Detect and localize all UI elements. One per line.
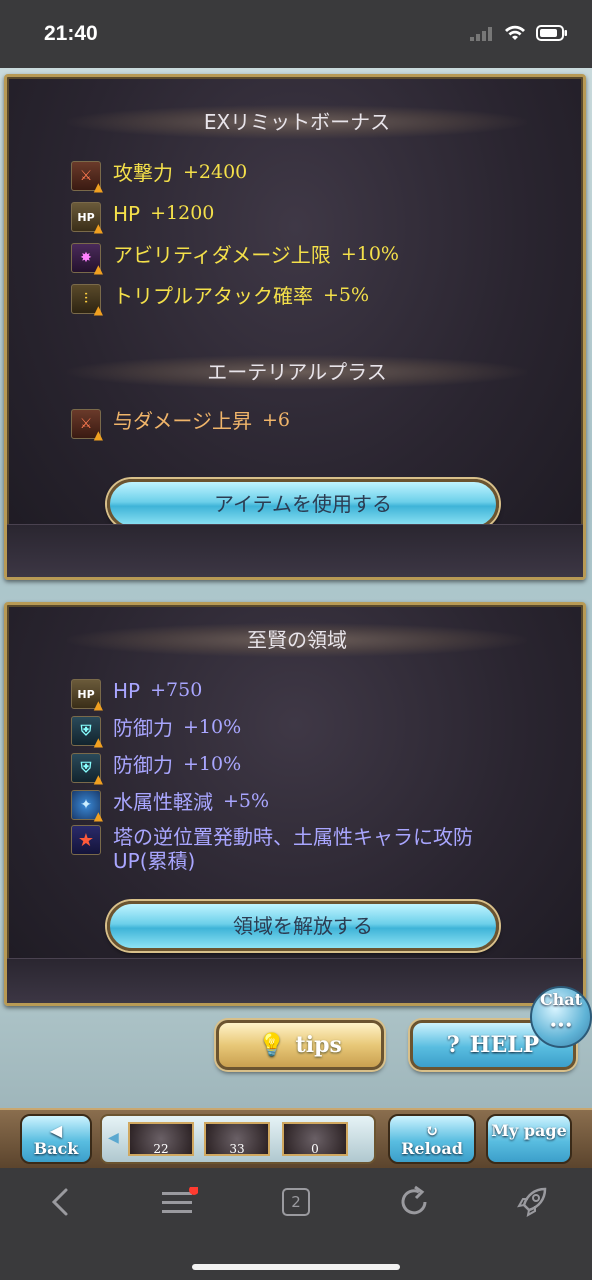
domain-label: HP: [113, 679, 141, 703]
thumbnail-slot[interactable]: 22: [128, 1122, 194, 1156]
thumbnail-count: 22: [153, 1142, 169, 1156]
thumbnail-count: 0: [311, 1142, 319, 1156]
party-thumbnails: ◀ 22 33 0: [100, 1114, 376, 1164]
mypage-label: My page: [491, 1121, 567, 1140]
domain-row-tower-skill: ★ 塔の逆位置発動時、土属性キャラに攻防UP(累積): [71, 825, 531, 873]
status-time: 21:40: [44, 22, 98, 45]
menu-icon[interactable]: [156, 1182, 200, 1222]
thumbnail-slot[interactable]: 33: [204, 1122, 270, 1156]
game-nav-bar: ◀ Back ◀ 22 33 0 ↻ Reload My page: [0, 1108, 592, 1170]
chat-label: Chat: [539, 990, 583, 1009]
domain-label: 水属性軽減: [113, 790, 213, 814]
bonus-label: トリプルアタック確率: [113, 284, 313, 308]
refresh-icon[interactable]: [392, 1182, 436, 1222]
triple-attack-icon: ⫶ ▲: [71, 284, 103, 317]
back-label: Back: [33, 1139, 79, 1158]
question-icon: ?: [446, 1032, 460, 1058]
tabs-count: 2: [282, 1188, 310, 1216]
bonus-row-attack: ⚔ ▲ 攻撃力 +2400: [71, 161, 248, 194]
lightbulb-icon: 💡: [258, 1032, 286, 1058]
mypage-button[interactable]: My page: [486, 1114, 572, 1164]
domain-row-defense-1: ⛨ ▲ 防御力 +10%: [71, 716, 242, 749]
bonus-row-hp: HP ▲ HP +1200: [71, 202, 215, 235]
bonus-value: +2400: [183, 161, 248, 183]
tips-label: tips: [295, 1032, 342, 1058]
reload-label: Reload: [401, 1139, 463, 1158]
scroll-left-icon[interactable]: ◀: [108, 1130, 119, 1146]
ethereal-label: 与ダメージ上昇: [113, 409, 252, 433]
bonus-value: +10%: [340, 243, 399, 265]
bonus-row-triple-attack: ⫶ ▲ トリプルアタック確率 +5%: [71, 284, 370, 317]
domain-value: +10%: [183, 753, 242, 775]
water-resist-icon: ✦ ▲: [71, 790, 103, 823]
ability-damage-icon: ✸ ▲: [71, 243, 103, 276]
ethereal-value: +6: [262, 409, 291, 431]
ethereal-row-damage: ⚔ ▲ 与ダメージ上昇 +6: [71, 409, 291, 442]
rocket-icon[interactable]: [510, 1182, 554, 1222]
domain-row-hp: HP ▲ HP +750: [71, 679, 203, 712]
domain-label: 防御力: [113, 753, 173, 777]
status-bar: 21:40: [0, 0, 592, 68]
back-button[interactable]: ◀ Back: [20, 1114, 92, 1164]
help-label: HELP: [469, 1032, 540, 1058]
star-icon: ★: [71, 825, 101, 855]
domain-label: 塔の逆位置発動時、土属性キャラに攻防UP(累積): [113, 825, 473, 873]
sage-domain-title: 至賢の領域: [67, 623, 527, 657]
use-item-button[interactable]: アイテムを使用する: [107, 479, 499, 529]
hp-up-icon: HP ▲: [71, 679, 103, 712]
bonus-label: 攻撃力: [113, 161, 173, 185]
bonus-value: +5%: [323, 284, 370, 306]
tips-button[interactable]: 💡 tips: [216, 1020, 384, 1070]
domain-value: +10%: [183, 716, 242, 738]
tabs-button[interactable]: 2: [274, 1182, 318, 1222]
bonus-row-ability-damage: ✸ ▲ アビリティダメージ上限 +10%: [71, 243, 399, 276]
domain-row-defense-2: ⛨ ▲ 防御力 +10%: [71, 753, 242, 786]
bonus-value: +1200: [150, 202, 215, 224]
hp-up-icon: HP ▲: [71, 202, 103, 235]
panel-footer: [7, 958, 583, 1003]
reload-button[interactable]: ↻ Reload: [388, 1114, 476, 1164]
thumbnail-count: 33: [229, 1142, 245, 1156]
sword-up-icon: ⚔ ▲: [71, 409, 103, 442]
panel-footer: [7, 524, 583, 577]
bonus-label: アビリティダメージ上限: [113, 243, 331, 267]
battery-icon: [536, 25, 568, 45]
domain-row-water-resist: ✦ ▲ 水属性軽減 +5%: [71, 790, 270, 823]
ex-limit-bonus-title: EXリミットボーナス: [67, 105, 527, 139]
status-icons: [470, 25, 568, 45]
wifi-icon: [504, 25, 526, 45]
ex-limit-bonus-panel: EXリミットボーナス ⚔ ▲ 攻撃力 +2400 HP ▲ HP +1200 ✸ ▲ …: [4, 74, 586, 580]
sword-up-icon: ⚔ ▲: [71, 161, 103, 194]
thumbnail-slot[interactable]: 0: [282, 1122, 348, 1156]
sage-domain-panel: 至賢の領域 HP ▲ HP +750 ⛨ ▲ 防御力 +10% ⛨ ▲ 防御力 +10…: [4, 602, 586, 1006]
game-area: EXリミットボーナス ⚔ ▲ 攻撃力 +2400 HP ▲ HP +1200 ✸ ▲ …: [0, 68, 592, 1108]
reload-icon: ↻: [425, 1121, 439, 1140]
browser-toolbar: 2: [0, 1168, 592, 1280]
ethereal-plus-title: エーテリアルプラス: [67, 355, 527, 389]
domain-label: 防御力: [113, 716, 173, 740]
release-domain-button[interactable]: 領域を解放する: [107, 901, 499, 951]
back-icon[interactable]: [38, 1182, 82, 1222]
bonus-label: HP: [113, 202, 141, 226]
chat-button[interactable]: Chat •••: [530, 986, 592, 1048]
back-arrow-icon: ◀: [49, 1121, 63, 1140]
defense-up-icon: ⛨ ▲: [71, 716, 103, 749]
signal-icon: [470, 26, 494, 45]
home-indicator: [192, 1264, 400, 1270]
domain-value: +750: [150, 679, 203, 701]
domain-value: +5%: [223, 790, 270, 812]
defense-up-icon: ⛨ ▲: [71, 753, 103, 786]
